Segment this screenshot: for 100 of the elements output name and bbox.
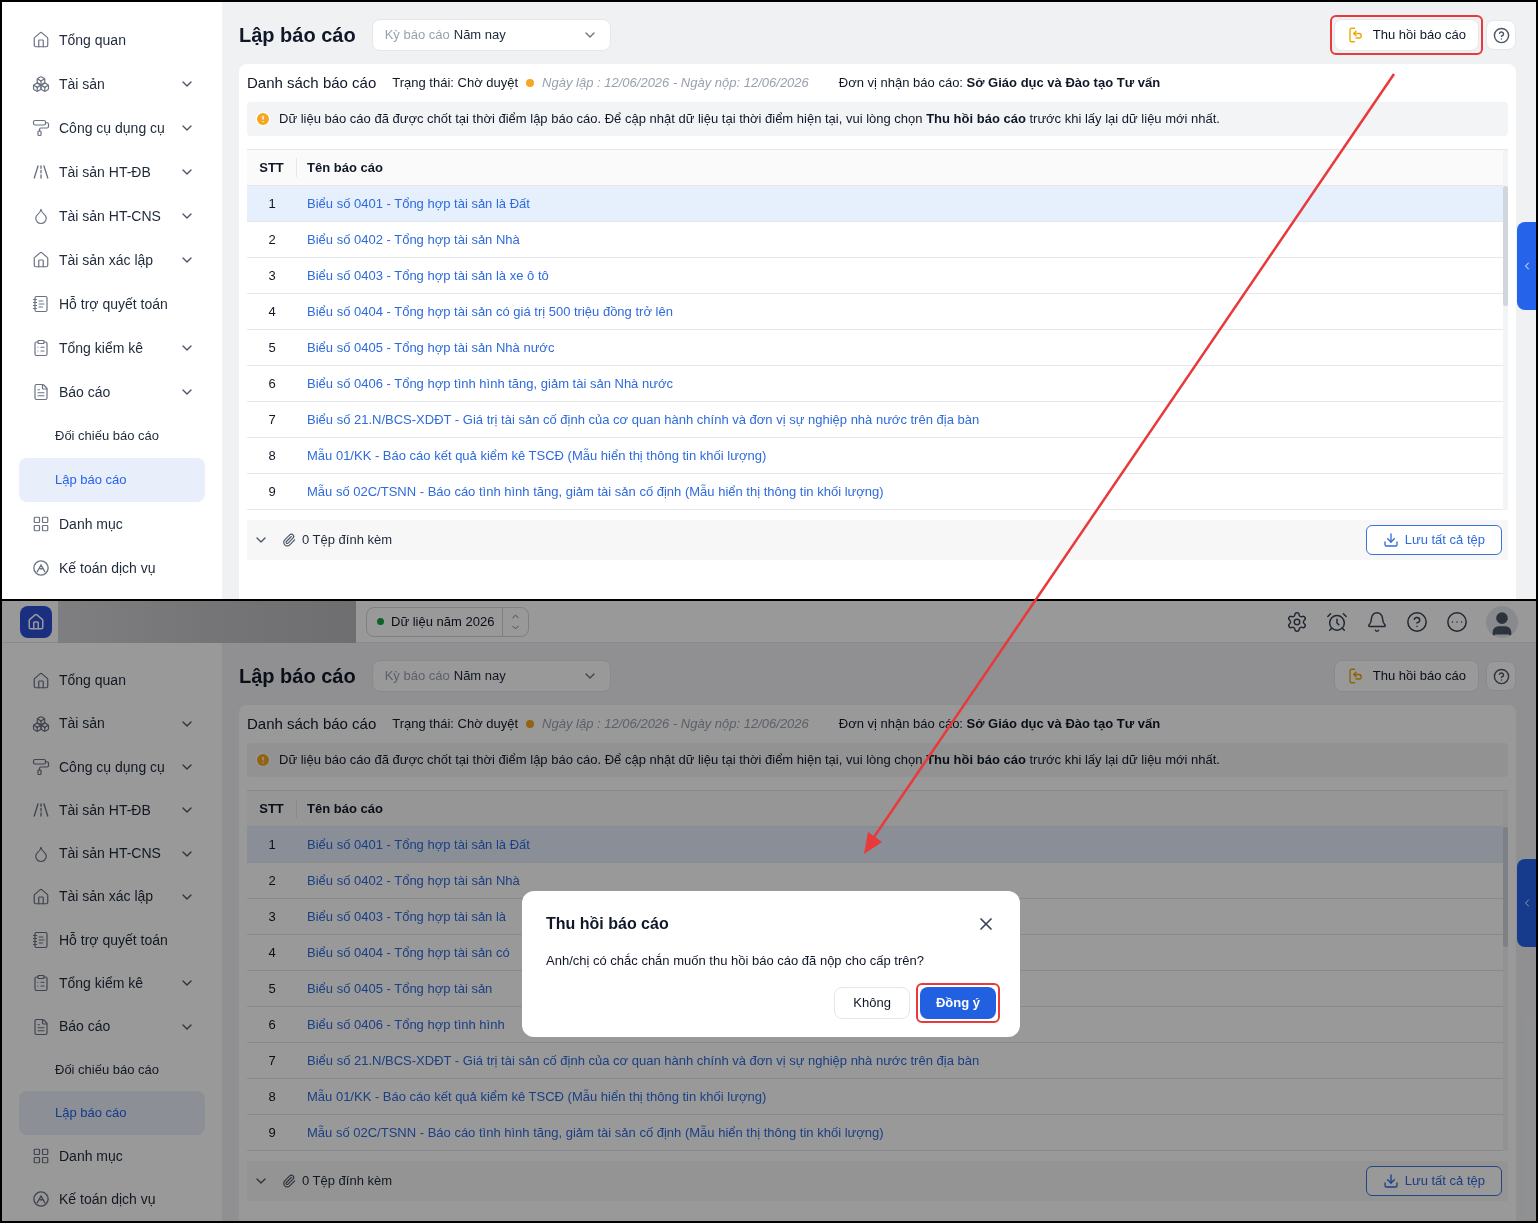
help-icon xyxy=(1492,26,1510,44)
confirm-button[interactable]: Đồng ý xyxy=(919,986,996,1019)
sidebar-item[interactable]: Hỗ trợ quyết toán xyxy=(19,918,205,962)
row-number: 3 xyxy=(267,907,277,926)
collapse-handle[interactable] xyxy=(1517,859,1536,947)
dialog-message: Anh/chị có chắc chắn muốn thu hồi báo cáo đã nộp cho cấp trên? xyxy=(546,952,925,970)
avatar[interactable] xyxy=(1486,605,1518,638)
circle-mark-icon xyxy=(32,559,50,577)
report-link[interactable]: Biểu số 21.N/BCS-XDĐT - Giá trị tài sản cố định của cơ quan hành chính và đơn vị sự nghiệp nhà nước trên địa bàn xyxy=(297,409,980,430)
report-dates: Ngày lập : 12/06/2026 - Ngày nộp: 12/06/2026 xyxy=(542,715,809,734)
row-number: 1 xyxy=(267,194,277,213)
help-icon xyxy=(1492,667,1510,685)
sidebar-item[interactable]: Kế toán dịch vụ xyxy=(19,1177,205,1221)
sidebar-item[interactable]: Tài sản xác lập xyxy=(19,875,205,919)
sidebar-item[interactable]: Tài sản xyxy=(19,702,205,746)
report-link[interactable]: Mẫu 01/KK - Báo cáo kết quả kiểm kê TSCĐ (Mẫu hiển thị thông tin khối lượng) xyxy=(297,445,767,466)
report-link[interactable]: Biểu số 0401 - Tổng hợp tài sản là Đất xyxy=(297,193,530,214)
status-text: Trạng thái: Chờ duyệt xyxy=(392,715,519,734)
help-button[interactable] xyxy=(1486,661,1516,691)
recall-button[interactable]: Thu hồi báo cáo xyxy=(1333,19,1479,51)
report-link[interactable]: Biểu số 0402 - Tổng hợp tài sản Nhà xyxy=(297,229,520,250)
column-header: Tên báo cáo xyxy=(306,158,383,177)
download-icon xyxy=(1382,1173,1399,1189)
row-number: 6 xyxy=(267,1015,277,1034)
sidebar-item[interactable]: Hỗ trợ quyết toán xyxy=(19,282,205,326)
scrollbar[interactable] xyxy=(1503,791,1508,1151)
sidebar-subitem[interactable]: Lập báo cáo xyxy=(19,1091,205,1135)
report-link[interactable]: Biểu số 0405 - Tổng hợp tài sản Nhà nước xyxy=(297,337,555,358)
attachments-count: 0 Tệp đính kèm xyxy=(302,1172,393,1191)
sidebar-item[interactable]: Báo cáo xyxy=(19,1004,205,1049)
row-number: 4 xyxy=(267,943,277,962)
paint-roller-icon xyxy=(32,119,50,137)
sidebar-item[interactable]: Kế toán dịch vụ xyxy=(19,546,205,590)
help-icon[interactable] xyxy=(1406,610,1428,633)
scrollbar[interactable] xyxy=(1503,150,1508,510)
report-link[interactable]: Mẫu số 02C/TSNN - Báo cáo tình hình tăng, giảm tài sản cố định (Mẫu hiển thị thông tin khối lượng) xyxy=(297,1122,884,1143)
paperclip-icon xyxy=(282,1174,296,1188)
sidebar-item[interactable]: Tài sản xyxy=(19,62,205,106)
period-select[interactable]: Kỳ báo cáo Năm nay xyxy=(371,660,611,692)
collapse-handle[interactable] xyxy=(1517,222,1536,310)
row-number: 5 xyxy=(267,979,277,998)
sidebar-item[interactable]: Danh mục xyxy=(19,1134,205,1178)
report-link[interactable]: Mẫu số 02C/TSNN - Báo cáo tình hình tăng, giảm tài sản cố định (Mẫu hiển thị thông tin khối lượng) xyxy=(297,481,884,502)
save-all-button[interactable]: Lưu tất cả tệp xyxy=(1365,525,1502,555)
period-select[interactable]: Kỳ báo cáo Năm nay xyxy=(371,19,611,51)
droplet-icon xyxy=(32,844,50,863)
sidebar-item[interactable]: Danh mục xyxy=(19,502,205,546)
report-link[interactable]: Biểu số 0403 - Tổng hợp tài sản là xyxy=(297,906,507,927)
sidebar-item[interactable]: Tổng quan xyxy=(19,659,205,703)
bell-icon[interactable] xyxy=(1366,610,1388,633)
house-icon xyxy=(32,887,50,906)
row-number: 6 xyxy=(267,374,277,393)
report-link[interactable]: Biểu số 0402 - Tổng hợp tài sản Nhà xyxy=(297,870,520,891)
report-link[interactable]: Biểu số 0404 - Tổng hợp tài sản có giá trị 500 triệu đồng trở lên xyxy=(297,301,673,322)
report-link[interactable]: Biểu số 0403 - Tổng hợp tài sản là xe ô tô xyxy=(297,265,549,286)
more-icon[interactable] xyxy=(1446,610,1468,633)
sidebar-subitem[interactable]: Lập báo cáo xyxy=(19,458,205,502)
report-link[interactable]: Biểu số 0406 - Tổng hợp tình hình tăng, giảm tài sản Nhà nước xyxy=(297,373,673,394)
sidebar-item[interactable]: Tổng kiểm kê xyxy=(19,326,205,370)
sidebar-item[interactable]: Tổng quan xyxy=(19,18,205,62)
sidebar-subitem[interactable]: Đối chiếu báo cáo xyxy=(19,414,205,458)
sidebar-item[interactable]: Tài sản HT-CNS xyxy=(19,831,205,876)
column-header: STT xyxy=(247,798,297,819)
logo-icon[interactable] xyxy=(20,605,52,638)
alarm-clock-icon[interactable] xyxy=(1326,610,1348,633)
sidebar-item[interactable]: Tài sản HT-CNS xyxy=(19,194,205,238)
report-link[interactable]: Biểu số 0404 - Tổng hợp tài sản có xyxy=(297,942,510,963)
house-icon xyxy=(32,31,50,49)
report-link[interactable]: Biểu số 0405 - Tổng hợp tài sản xyxy=(297,978,493,999)
page-title: Lập báo cáo xyxy=(239,664,356,689)
list-title: Danh sách báo cáo xyxy=(247,72,377,93)
boxes-icon xyxy=(32,714,50,733)
sidebar-item[interactable]: Tài sản xác lập xyxy=(19,238,205,282)
sidebar-item[interactable]: Báo cáo xyxy=(19,370,205,414)
warning-icon xyxy=(255,111,271,127)
sidebar-item[interactable]: Tổng kiểm kê xyxy=(19,961,205,1005)
recall-icon xyxy=(1346,26,1365,44)
notice-text: Dữ liệu báo cáo đã được chốt tại thời điểm lập báo cáo. Để cập nhật dữ liệu tại thời điểm hiện tại, vui lòng chọn Thu hồi báo cáo trước khi lấy lại dữ liệu mới nhất. xyxy=(279,751,1220,770)
report-link[interactable]: Mẫu 01/KK - Báo cáo kết quả kiểm kê TSCĐ (Mẫu hiển thị thông tin khối lượng) xyxy=(297,1086,767,1107)
document-icon xyxy=(32,383,50,401)
sidebar-item[interactable]: Tài sản HT-ĐB xyxy=(19,788,205,832)
save-all-button[interactable]: Lưu tất cả tệp xyxy=(1365,1166,1502,1196)
report-link[interactable]: Biểu số 0401 - Tổng hợp tài sản là Đất xyxy=(297,834,530,855)
sidebar-item[interactable]: Tài sản HT-ĐB xyxy=(19,150,205,194)
settings-icon[interactable] xyxy=(1286,610,1308,633)
help-button[interactable] xyxy=(1486,20,1516,50)
sidebar-subitem[interactable]: Đối chiếu báo cáo xyxy=(19,1048,205,1092)
document-icon xyxy=(32,1017,50,1036)
cancel-button[interactable]: Không xyxy=(834,986,910,1019)
boxes-icon xyxy=(32,75,50,93)
sidebar-item[interactable]: Công cụ dụng cụ xyxy=(19,745,205,789)
status-text: Trạng thái: Chờ duyệt xyxy=(392,74,519,93)
report-link[interactable]: Biểu số 21.N/BCS-XDĐT - Giá trị tài sản cố định của cơ quan hành chính và đơn vị sự nghiệp nhà nước trên địa bàn xyxy=(297,1050,980,1071)
recall-button[interactable]: Thu hồi báo cáo xyxy=(1333,660,1479,692)
column-header: Tên báo cáo xyxy=(306,799,383,818)
paperclip-icon xyxy=(282,533,296,547)
sidebar-item[interactable]: Công cụ dụng cụ xyxy=(19,106,205,150)
report-link[interactable]: Biểu số 0406 - Tổng hợp tình hình xyxy=(297,1014,505,1035)
report-dates: Ngày lập : 12/06/2026 - Ngày nộp: 12/06/2026 xyxy=(542,74,809,93)
paint-roller-icon xyxy=(32,758,50,777)
